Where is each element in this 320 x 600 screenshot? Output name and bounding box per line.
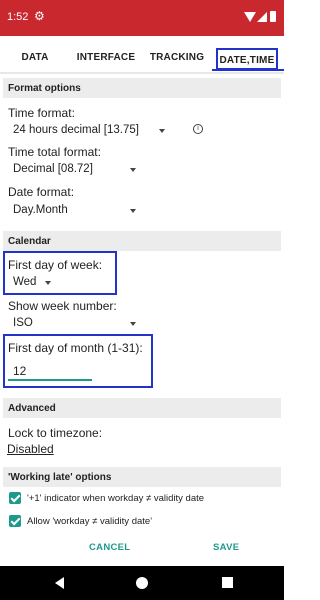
checkbox-checked-icon[interactable] bbox=[9, 492, 21, 504]
save-button[interactable]: SAVE bbox=[213, 542, 239, 553]
back-icon[interactable] bbox=[55, 577, 64, 589]
checkbox-checked-icon[interactable] bbox=[9, 515, 21, 527]
input-underline bbox=[8, 379, 92, 381]
section-format-options: Format options bbox=[3, 78, 281, 98]
section-advanced: Advanced bbox=[3, 398, 281, 418]
first-day-of-week-label: First day of week: bbox=[8, 258, 103, 272]
first-day-of-week-value: Wed bbox=[13, 276, 37, 288]
wifi-icon bbox=[244, 12, 256, 22]
navigation-bar bbox=[0, 566, 284, 600]
section-title: Format options bbox=[8, 83, 81, 94]
section-title: Advanced bbox=[8, 403, 56, 414]
show-week-number-value: ISO bbox=[13, 317, 33, 329]
first-day-of-month-input[interactable]: 12 bbox=[13, 364, 26, 378]
chevron-down-icon bbox=[130, 168, 136, 172]
tab-divider bbox=[0, 72, 284, 74]
gear-icon: ⚙ bbox=[34, 9, 45, 23]
time-total-format-label: Time total format: bbox=[8, 145, 101, 159]
show-week-number-label: Show week number: bbox=[8, 299, 117, 313]
option-label: '+1' indicator when workday ≠ validity d… bbox=[27, 493, 205, 504]
tab-bar: DATA INTERFACE TRACKING DATE,TIME bbox=[0, 44, 284, 72]
section-title: 'Working late' options bbox=[8, 472, 112, 483]
tab-interface[interactable]: INTERFACE bbox=[74, 44, 138, 72]
option-label: Allow 'workday ≠ validity date' bbox=[27, 516, 153, 527]
tab-data[interactable]: DATA bbox=[12, 44, 58, 72]
info-icon[interactable]: i bbox=[193, 124, 203, 134]
date-format-value: Day.Month bbox=[13, 204, 68, 216]
tab-date-time[interactable]: DATE,TIME bbox=[216, 48, 278, 70]
recents-icon[interactable] bbox=[222, 577, 233, 588]
lock-timezone-label: Lock to timezone: bbox=[8, 426, 103, 440]
home-icon[interactable] bbox=[136, 577, 148, 589]
lock-timezone-link[interactable]: Disabled bbox=[7, 442, 54, 456]
cancel-button[interactable]: CANCEL bbox=[89, 542, 130, 553]
time-total-format-value: Decimal [08.72] bbox=[13, 163, 93, 175]
tab-tracking[interactable]: TRACKING bbox=[148, 44, 206, 72]
chevron-down-icon bbox=[159, 129, 165, 133]
section-calendar: Calendar bbox=[3, 231, 281, 251]
chevron-down-icon bbox=[45, 281, 51, 285]
first-day-of-month-label: First day of month (1-31): bbox=[8, 341, 143, 355]
chevron-down-icon bbox=[130, 209, 136, 213]
battery-icon bbox=[270, 11, 276, 22]
status-bar: 1:52 ⚙ bbox=[0, 0, 284, 36]
selected-tab-indicator bbox=[212, 69, 284, 71]
date-format-label: Date format: bbox=[8, 185, 75, 199]
time-format-label: Time format: bbox=[8, 106, 75, 120]
chevron-down-icon bbox=[130, 322, 136, 326]
section-working-late: 'Working late' options bbox=[3, 467, 281, 487]
time-format-value: 24 hours decimal [13.75] bbox=[13, 124, 139, 136]
section-title: Calendar bbox=[8, 236, 51, 247]
signal-icon bbox=[257, 12, 267, 22]
status-time: 1:52 bbox=[7, 11, 29, 23]
